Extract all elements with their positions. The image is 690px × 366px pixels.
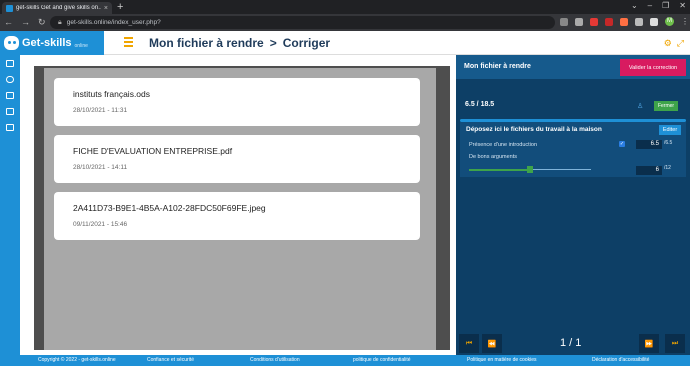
left-sidebar bbox=[0, 55, 20, 355]
criterion-label: De bons arguments bbox=[469, 154, 517, 160]
file-name: instituts français.ods bbox=[73, 89, 151, 99]
logo-name: Get-skills bbox=[22, 37, 72, 49]
panel-title: Mon fichier à rendre bbox=[464, 63, 531, 70]
logo[interactable]: Get-skills online bbox=[0, 31, 104, 55]
footer-link-accessibility[interactable]: Déclaration d'accessibilité bbox=[592, 357, 649, 363]
pdf-extension-icon[interactable] bbox=[605, 17, 613, 26]
institution-icon bbox=[6, 107, 14, 115]
trophy-icon: ♙ bbox=[637, 103, 644, 110]
window-controls: ⌄ – ❐ ✕ bbox=[631, 1, 686, 10]
extension-icon[interactable] bbox=[590, 17, 598, 26]
validate-correction-button[interactable]: Valider la correction bbox=[620, 59, 686, 76]
criterion-max: /12 bbox=[664, 165, 671, 171]
criterion-score-input[interactable]: 6.5 bbox=[636, 140, 662, 149]
footer-link-terms[interactable]: Conditions d'utilisation bbox=[250, 357, 300, 363]
file-date: 28/10/2021 - 11:31 bbox=[73, 107, 128, 114]
criteria-section: Déposez ici le fichiers du travail à la … bbox=[460, 122, 686, 177]
slider-fill bbox=[469, 168, 530, 171]
sidebar-item-edit[interactable] bbox=[0, 119, 20, 135]
profile-avatar[interactable]: M bbox=[665, 17, 674, 26]
file-date: 09/11/2021 - 15:46 bbox=[73, 221, 128, 228]
home-icon bbox=[6, 59, 14, 67]
document-viewer: instituts français.ods 28/10/2021 - 11:3… bbox=[34, 66, 450, 350]
footer: Copyright © 2022 - get-skills.online Con… bbox=[0, 355, 690, 366]
correction-panel: Mon fichier à rendre Valider la correcti… bbox=[456, 55, 690, 355]
sidebar-item-library[interactable] bbox=[0, 87, 20, 103]
extension-icon[interactable] bbox=[620, 17, 628, 26]
sidebar-item-home[interactable] bbox=[0, 55, 20, 71]
criterion-max: /6.5 bbox=[664, 140, 673, 146]
file-name: 2A411D73-B9E1-4B5A-A102-28FDC50F69FE.jpe… bbox=[73, 203, 266, 213]
hamburger-menu-icon[interactable] bbox=[124, 37, 133, 47]
criterion-checkbox[interactable]: ✓ bbox=[619, 141, 625, 147]
lock-icon: 🔒︎ bbox=[58, 18, 62, 26]
panel-header: Mon fichier à rendre Valider la correcti… bbox=[456, 55, 690, 79]
reload-icon[interactable]: ↻ bbox=[38, 17, 46, 27]
back-icon[interactable]: ← bbox=[4, 17, 13, 27]
expand-icon[interactable]: ⤢ bbox=[677, 38, 684, 49]
minimize-button[interactable]: – bbox=[648, 1, 652, 10]
score-text: 6.5 / 18.5 bbox=[465, 101, 495, 108]
new-tab-button[interactable]: + bbox=[117, 1, 123, 13]
files-list[interactable]: instituts français.ods 28/10/2021 - 11:3… bbox=[44, 68, 436, 350]
extensions-bar: M ⋮ bbox=[560, 17, 689, 26]
breadcrumb-item[interactable]: Mon fichier à rendre bbox=[149, 36, 264, 50]
edit-icon bbox=[6, 123, 14, 131]
pager: ⏮ ⏪ 1 / 1 ⏩ ⏭ bbox=[456, 334, 690, 355]
header-actions: ⚙ ⤢ bbox=[664, 38, 684, 49]
sidebar-item-institution[interactable] bbox=[0, 103, 20, 119]
close-window-button[interactable]: ✕ bbox=[679, 1, 686, 10]
edit-button[interactable]: Editer bbox=[659, 125, 681, 135]
criterion-label: Présence d'une introduction bbox=[469, 142, 538, 148]
first-page-button[interactable]: ⏮ bbox=[459, 334, 479, 353]
footer-copyright: Copyright © 2022 - get-skills.online bbox=[38, 357, 116, 363]
puzzle-icon[interactable] bbox=[635, 17, 643, 26]
robot-logo-icon bbox=[4, 36, 19, 50]
file-card[interactable]: FICHE D'EVALUATION ENTREPRISE.pdf 28/10/… bbox=[54, 135, 420, 183]
sidebar-icon[interactable] bbox=[650, 17, 658, 26]
browser-toolbar: ← → ↻ 🔒︎ get-skills.online/index_user.ph… bbox=[0, 14, 690, 31]
next-page-button[interactable]: ⏩ bbox=[639, 334, 659, 353]
maximize-button[interactable]: ❐ bbox=[662, 1, 669, 10]
forward-icon[interactable]: → bbox=[21, 17, 30, 27]
previous-page-button[interactable]: ⏪ bbox=[482, 334, 502, 353]
document-area: instituts français.ods 28/10/2021 - 11:3… bbox=[20, 55, 456, 355]
page-indicator: 1 / 1 bbox=[560, 337, 582, 349]
tab-close-icon[interactable]: × bbox=[104, 5, 108, 12]
file-card[interactable]: 2A411D73-B9E1-4B5A-A102-28FDC50F69FE.jpe… bbox=[54, 192, 420, 240]
file-date: 28/10/2021 - 14:11 bbox=[73, 164, 128, 171]
logo-subtitle: online bbox=[74, 42, 88, 49]
close-button[interactable]: Fermer bbox=[654, 101, 678, 111]
app-header: Get-skills online Mon fichier à rendre >… bbox=[0, 31, 690, 55]
breadcrumb: Mon fichier à rendre > Corriger bbox=[149, 36, 330, 50]
share-icon[interactable] bbox=[560, 17, 568, 26]
browser-tabstrip: get-skills Get and give skills on… × + ⌄… bbox=[0, 0, 690, 14]
browser-tab[interactable]: get-skills Get and give skills on… × bbox=[2, 2, 112, 14]
breadcrumb-separator: > bbox=[269, 36, 277, 50]
sidebar-item-messages[interactable] bbox=[0, 71, 20, 87]
url-text: get-skills.online/index_user.php? bbox=[66, 19, 161, 26]
bookmark-star-icon[interactable] bbox=[575, 17, 583, 26]
tab-title: get-skills Get and give skills on… bbox=[16, 5, 101, 11]
address-bar[interactable]: 🔒︎ get-skills.online/index_user.php? bbox=[50, 16, 555, 29]
site-favicon-icon bbox=[6, 4, 13, 12]
criterion-slider[interactable] bbox=[469, 166, 591, 174]
menu-kebab-icon[interactable]: ⋮ bbox=[681, 17, 689, 26]
criteria-title: Déposez ici le fichiers du travail à la … bbox=[466, 126, 602, 133]
footer-link-trust[interactable]: Confiance et sécurité bbox=[147, 357, 194, 363]
slider-thumb[interactable] bbox=[527, 166, 533, 173]
criterion-score-input[interactable]: 6 bbox=[636, 166, 662, 175]
footer-link-cookies[interactable]: Politique en matière de cookies bbox=[467, 357, 537, 363]
settings-icon[interactable]: ⚙ bbox=[664, 38, 672, 49]
tab-search-icon[interactable]: ⌄ bbox=[631, 1, 638, 10]
books-icon bbox=[6, 91, 14, 99]
breadcrumb-current: Corriger bbox=[282, 36, 331, 50]
file-card[interactable]: instituts français.ods 28/10/2021 - 11:3… bbox=[54, 78, 420, 126]
footer-link-privacy[interactable]: politique de confidentialité bbox=[353, 357, 411, 363]
file-name: FICHE D'EVALUATION ENTREPRISE.pdf bbox=[73, 146, 233, 156]
chat-icon bbox=[6, 75, 14, 83]
last-page-button[interactable]: ⏭ bbox=[665, 334, 685, 353]
